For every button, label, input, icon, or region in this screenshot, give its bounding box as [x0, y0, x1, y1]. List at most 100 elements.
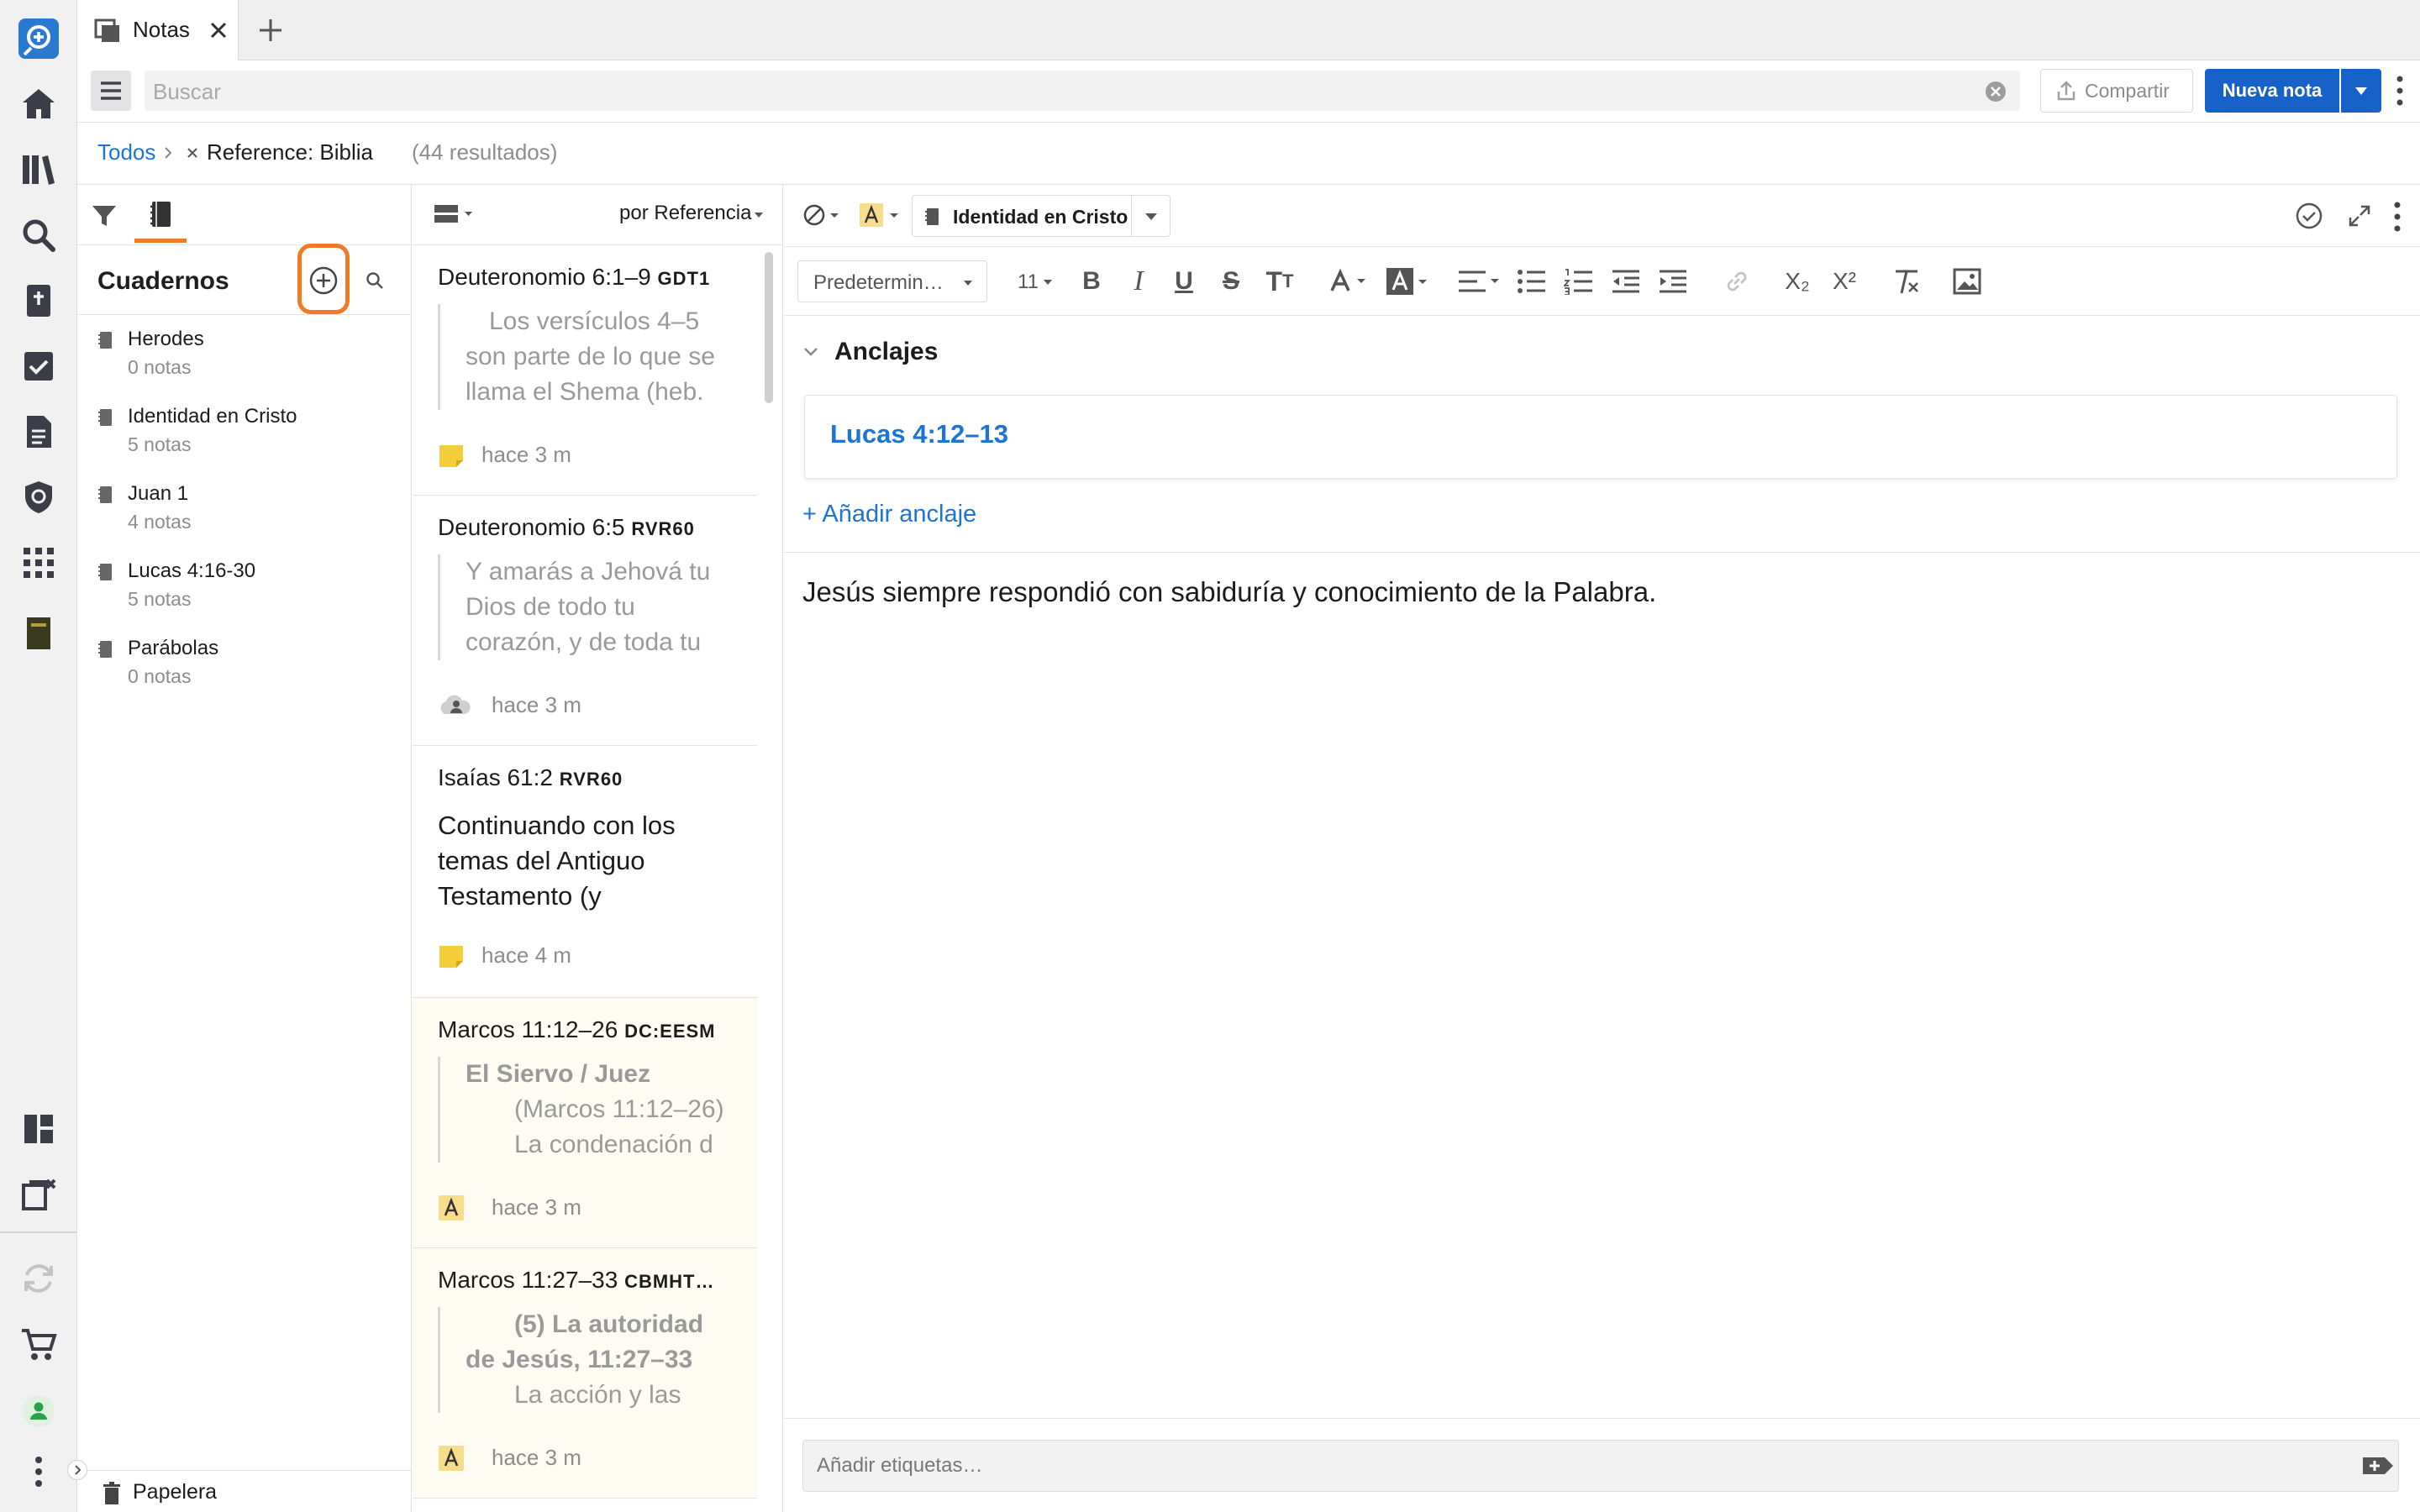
sync-icon[interactable] — [15, 1255, 62, 1302]
new-note-label: Nueva nota — [2222, 80, 2323, 101]
font-size-select[interactable]: 11 — [1004, 260, 1055, 302]
remove-filter-icon[interactable] — [187, 147, 198, 159]
superscript-icon[interactable]: X² — [1826, 262, 1863, 301]
tab-notebooks[interactable] — [134, 185, 187, 245]
notebook-name: Herodes — [128, 328, 204, 350]
format-toolbar: Predetermin… 11 B I U S TT X₂ X² — [784, 247, 2420, 316]
filter-icon[interactable] — [91, 203, 118, 228]
outdent-icon[interactable] — [1609, 262, 1643, 301]
note-card[interactable]: Marcos 11:12–26 DC:EESM El Siervo / Juez… — [413, 998, 757, 1248]
text-color-icon[interactable] — [1327, 262, 1376, 301]
anchor-link[interactable]: Lucas 4:12–13 — [830, 419, 1008, 449]
menu-button[interactable] — [91, 71, 131, 111]
highlight-color-icon[interactable] — [1384, 262, 1433, 301]
notebook-count: 4 notas — [128, 511, 192, 533]
font-family-select[interactable]: Predetermin… — [797, 260, 987, 302]
add-tag-icon[interactable] — [2361, 1452, 2395, 1479]
more-vertical-icon[interactable] — [15, 1448, 62, 1495]
underline-icon[interactable]: U — [1167, 262, 1201, 301]
italic-icon[interactable]: I — [1122, 262, 1155, 301]
note-card[interactable]: Isaías 61:2 RVR60 Continuando con los te… — [413, 746, 757, 998]
sort-label[interactable]: por Referencia — [619, 202, 751, 225]
notebook-item-identidad[interactable]: Identidad en Cristo 5 notas — [97, 405, 400, 480]
trash-item[interactable]: Papelera — [77, 1478, 411, 1512]
user-avatar-icon[interactable] — [15, 1388, 62, 1435]
add-notebook-icon[interactable] — [305, 262, 342, 299]
clear-format-icon[interactable] — [1890, 262, 1923, 301]
bible-icon[interactable] — [15, 277, 62, 324]
align-icon[interactable] — [1456, 262, 1503, 301]
close-panels-icon[interactable] — [15, 1171, 62, 1218]
layouts-icon[interactable] — [15, 1105, 62, 1152]
breadcrumb-root[interactable]: Todos — [97, 139, 155, 165]
new-note-button[interactable]: Nueva nota — [2205, 69, 2339, 113]
editor-header: Identidad en Cristo — [784, 185, 2420, 247]
notebook-selector[interactable]: Identidad en Cristo — [912, 195, 1171, 237]
cart-icon[interactable] — [15, 1320, 62, 1368]
notebook-icon — [97, 486, 113, 504]
result-count: (44 resultados) — [412, 139, 558, 165]
subscript-icon[interactable]: X₂ — [1779, 262, 1816, 301]
indent-icon[interactable] — [1656, 262, 1690, 301]
clear-search-icon[interactable] — [1985, 81, 2007, 102]
home-icon[interactable] — [15, 81, 62, 128]
notebook-item-lucas[interactable]: Lucas 4:16-30 5 notas — [97, 559, 400, 635]
no-style-icon[interactable] — [802, 202, 841, 228]
tags-placeholder: Añadir etiquetas… — [817, 1454, 983, 1477]
close-tab-icon[interactable] — [208, 20, 229, 40]
check-circle-icon[interactable] — [2295, 202, 2323, 230]
version-abbrev: CBMHT… — [624, 1271, 715, 1292]
collapse-anchors-icon[interactable] — [802, 346, 819, 358]
notebook-icon — [924, 207, 939, 226]
note-card[interactable]: Marcos 11:27–33 CBMHT… (5) La autoridad … — [413, 1248, 757, 1499]
note-card[interactable]: Deuteronomio 6:5 RVR60 Y amarás a Jehová… — [413, 496, 757, 746]
notebook-item-herodes[interactable]: Herodes 0 notas — [97, 328, 400, 403]
divider — [784, 552, 2420, 553]
book-cover-icon[interactable] — [15, 610, 62, 657]
search-icon[interactable] — [15, 212, 62, 259]
expand-icon[interactable] — [2349, 205, 2370, 227]
add-anchor-link[interactable]: + Añadir anclaje — [802, 501, 976, 528]
scrollbar[interactable] — [765, 252, 773, 403]
logos-search-icon[interactable] — [15, 15, 62, 62]
tab-notas[interactable]: Notas — [77, 0, 239, 60]
new-note-dropdown[interactable] — [2341, 69, 2381, 113]
quote-line: La acción y las — [514, 1381, 681, 1409]
expand-rail-button[interactable] — [67, 1460, 87, 1480]
search-input[interactable]: Buscar — [145, 71, 2020, 111]
share-button[interactable]: Compartir — [2040, 69, 2193, 113]
notebook-item-parabolas[interactable]: Parábolas 0 notas — [97, 637, 400, 712]
note-content[interactable]: Jesús siempre respondió con sabiduría y … — [802, 576, 2399, 608]
bullet-list-icon[interactable] — [1515, 262, 1549, 301]
shield-icon[interactable] — [15, 474, 62, 521]
notes-toolbar: Buscar Compartir Nueva nota — [77, 60, 2420, 123]
library-icon[interactable] — [15, 146, 62, 193]
insert-image-icon[interactable] — [1950, 262, 1984, 301]
body-line: Testamento (y — [438, 881, 602, 911]
sort-dropdown-icon[interactable] — [754, 212, 764, 218]
highlight-style-icon[interactable] — [858, 202, 902, 228]
version-abbrev: DC:EESM — [624, 1021, 716, 1042]
quote-line: llama el Shema (heb. — [466, 378, 704, 406]
notebook-item-juan[interactable]: Juan 1 4 notas — [97, 482, 400, 558]
text-case-icon[interactable]: TT — [1260, 262, 1300, 301]
note-quote: El Siervo / Juez (Marcos 11:12–26) La co… — [438, 1057, 749, 1163]
notes-list: por Referencia Deuteronomio 6:1–9 GDT1 L… — [413, 185, 783, 1512]
tasks-icon[interactable] — [15, 343, 62, 390]
notes-tab-icon — [94, 18, 121, 44]
new-tab-icon[interactable] — [257, 17, 284, 44]
bold-icon[interactable]: B — [1075, 262, 1108, 301]
view-mode-icon[interactable] — [433, 202, 475, 227]
strikethrough-icon[interactable]: S — [1214, 262, 1248, 301]
note-card[interactable]: Deuteronomio 6:1–9 GDT1 Los versículos 4… — [413, 245, 757, 496]
editor-more-icon[interactable] — [2391, 200, 2404, 234]
link-icon[interactable] — [1720, 262, 1754, 301]
numbered-list-icon[interactable] — [1562, 262, 1596, 301]
notebook-count: 0 notas — [128, 356, 192, 378]
document-icon[interactable] — [15, 408, 62, 455]
more-options-icon[interactable] — [2393, 72, 2407, 109]
tags-input[interactable]: Añadir etiquetas… — [802, 1440, 2399, 1492]
apps-grid-icon[interactable] — [15, 539, 62, 586]
divider — [1131, 196, 1132, 236]
search-notebooks-icon[interactable] — [365, 270, 385, 291]
